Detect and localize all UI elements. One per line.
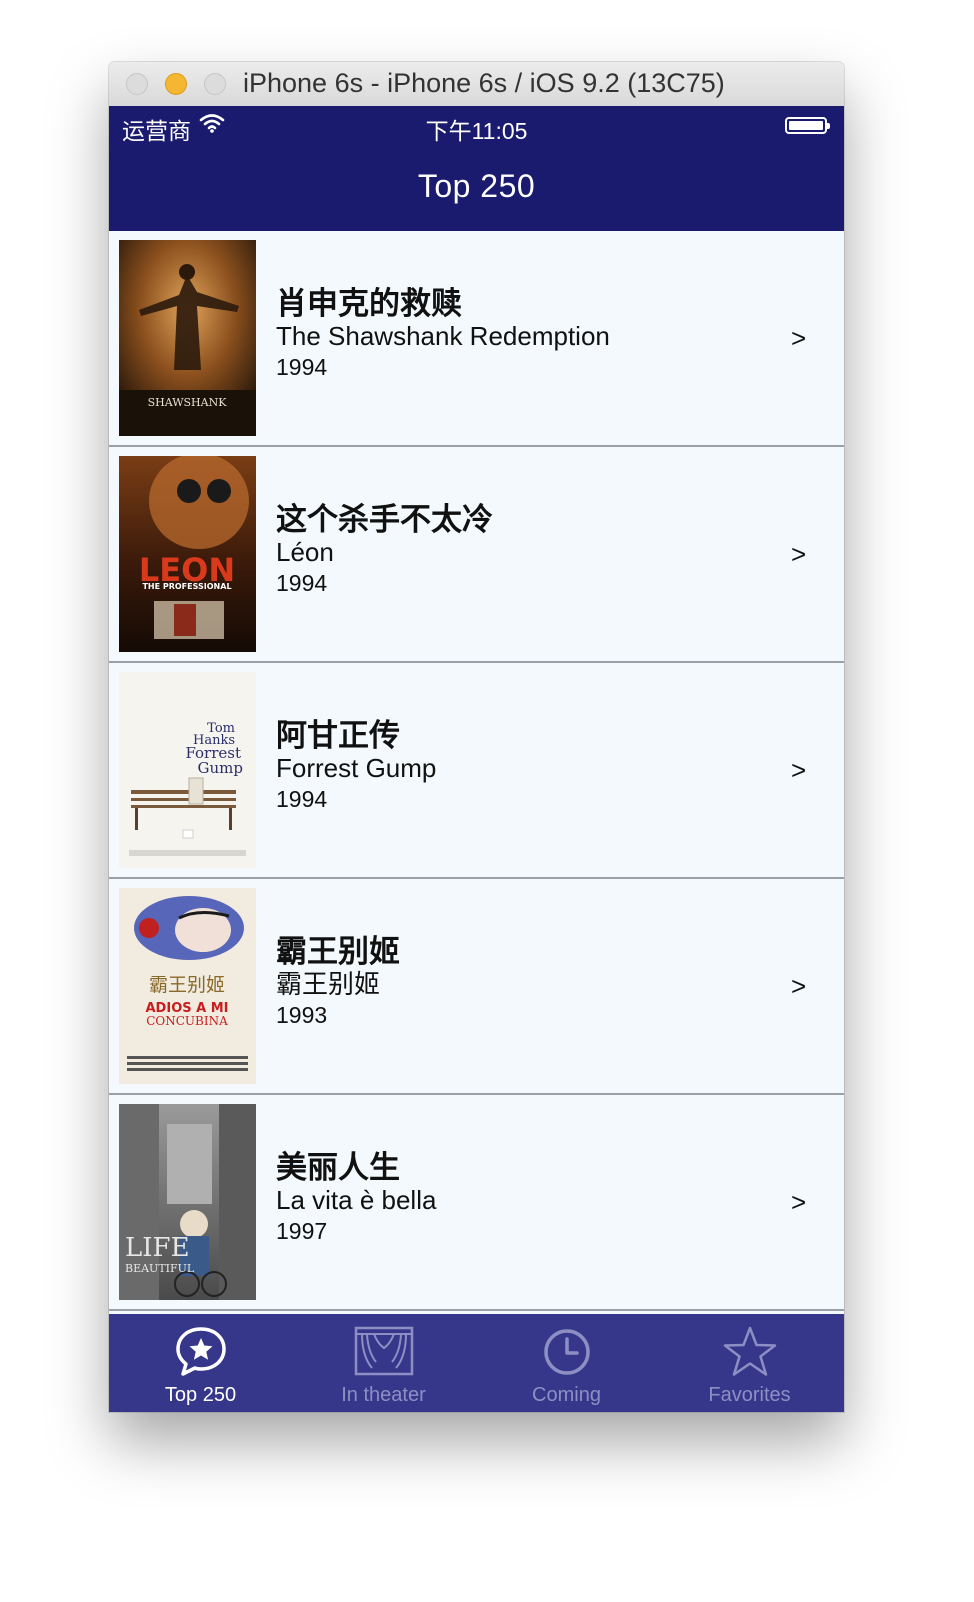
poster-caption-text: SHAWSHANK <box>148 396 228 409</box>
movie-title-chinese: 这个杀手不太冷 <box>276 502 493 537</box>
movie-title-chinese: 美丽人生 <box>276 1150 400 1185</box>
poster-caption-text: LIFE <box>125 1233 190 1263</box>
tab-label: Coming <box>532 1384 601 1406</box>
movie-row[interactable]: LEON THE PROFESSIONAL 这个杀手不太冷 Léon 1994 … <box>109 447 844 663</box>
movie-title-original: The Shawshank Redemption <box>276 321 610 351</box>
close-window-button[interactable] <box>126 73 148 95</box>
tab-label: In theater <box>341 1384 426 1406</box>
theater-curtain-icon <box>354 1326 414 1378</box>
star-icon <box>720 1326 780 1378</box>
window-titlebar: iPhone 6s - iPhone 6s / iOS 9.2 (13C75) <box>109 62 844 107</box>
battery-icon <box>785 117 830 134</box>
disclosure-chevron-icon: > <box>791 539 807 569</box>
star-bubble-icon <box>171 1326 231 1378</box>
zoom-window-button[interactable] <box>204 73 226 95</box>
movie-row[interactable]: 霸王别姬 ADIOS A MI CONCUBINA 霸王别姬 霸王别姬 1993… <box>109 879 844 1095</box>
movie-row[interactable]: SHAWSHANK 肖申克的救赎 The Shawshank Redemptio… <box>109 231 844 447</box>
tab-coming[interactable]: Coming <box>475 1314 658 1412</box>
movie-row[interactable]: LIFE BEAUTIFUL 美丽人生 La vita è bella 1997… <box>109 1095 844 1311</box>
status-time: 下午11:05 <box>425 118 528 144</box>
movie-title-original: La vita è bella <box>276 1185 437 1215</box>
movie-year: 1994 <box>276 786 328 812</box>
movie-year: 1994 <box>276 570 328 596</box>
movie-year: 1993 <box>276 1002 328 1028</box>
movie-title-chinese: 霸王别姬 <box>276 934 400 969</box>
movie-poster-image: LEON THE PROFESSIONAL <box>119 456 256 652</box>
movie-year: 1994 <box>276 354 328 380</box>
status-bar: 运营商 下午11:05 <box>109 106 844 146</box>
poster-caption-text: 霸王别姬 <box>149 974 225 996</box>
movie-poster-image: 霸王别姬 ADIOS A MI CONCUBINA <box>119 888 256 1084</box>
tab-label: Favorites <box>708 1384 791 1406</box>
poster-caption-text: BEAUTIFUL <box>125 1262 195 1275</box>
minimize-window-button[interactable] <box>165 73 187 95</box>
navigation-bar: Top 250 <box>109 146 844 231</box>
disclosure-chevron-icon: > <box>791 755 807 785</box>
movie-poster-image: Tom Hanks Forrest Gump <box>119 672 256 868</box>
tab-bar: Top 250 In theater Coming Favorites <box>109 1314 844 1412</box>
simulator-window: iPhone 6s - iPhone 6s / iOS 9.2 (13C75) … <box>109 62 844 1412</box>
poster-caption-text: CONCUBINA <box>146 1014 228 1028</box>
poster-subtitle-text: THE PROFESSIONAL <box>142 582 231 591</box>
movie-title-chinese: 阿甘正传 <box>276 718 400 753</box>
movie-list[interactable]: SHAWSHANK 肖申克的救赎 The Shawshank Redemptio… <box>109 231 844 1311</box>
tab-favorites[interactable]: Favorites <box>658 1314 841 1412</box>
movie-row[interactable]: Tom Hanks Forrest Gump 阿甘正传 Forrest Gump <box>109 663 844 879</box>
window-title: iPhone 6s - iPhone 6s / iOS 9.2 (13C75) <box>243 68 725 98</box>
poster-caption-text: Gump <box>198 759 243 777</box>
movie-title-original: 霸王别姬 <box>276 969 381 999</box>
movie-title-chinese: 肖申克的救赎 <box>276 286 462 321</box>
movie-poster-image: LIFE BEAUTIFUL <box>119 1104 256 1300</box>
movie-year: 1997 <box>276 1218 328 1244</box>
page-title: Top 250 <box>417 168 536 204</box>
disclosure-chevron-icon: > <box>791 323 807 353</box>
tab-in-theater[interactable]: In theater <box>292 1314 475 1412</box>
movie-title-original: Forrest Gump <box>276 753 437 783</box>
disclosure-chevron-icon: > <box>791 1187 807 1217</box>
movie-poster-image: SHAWSHANK <box>119 240 256 436</box>
tab-label: Top 250 <box>164 1384 237 1406</box>
tab-top250[interactable]: Top 250 <box>109 1314 292 1412</box>
clock-icon <box>537 1326 597 1378</box>
disclosure-chevron-icon: > <box>791 971 807 1001</box>
movie-title-original: Léon <box>276 537 334 567</box>
